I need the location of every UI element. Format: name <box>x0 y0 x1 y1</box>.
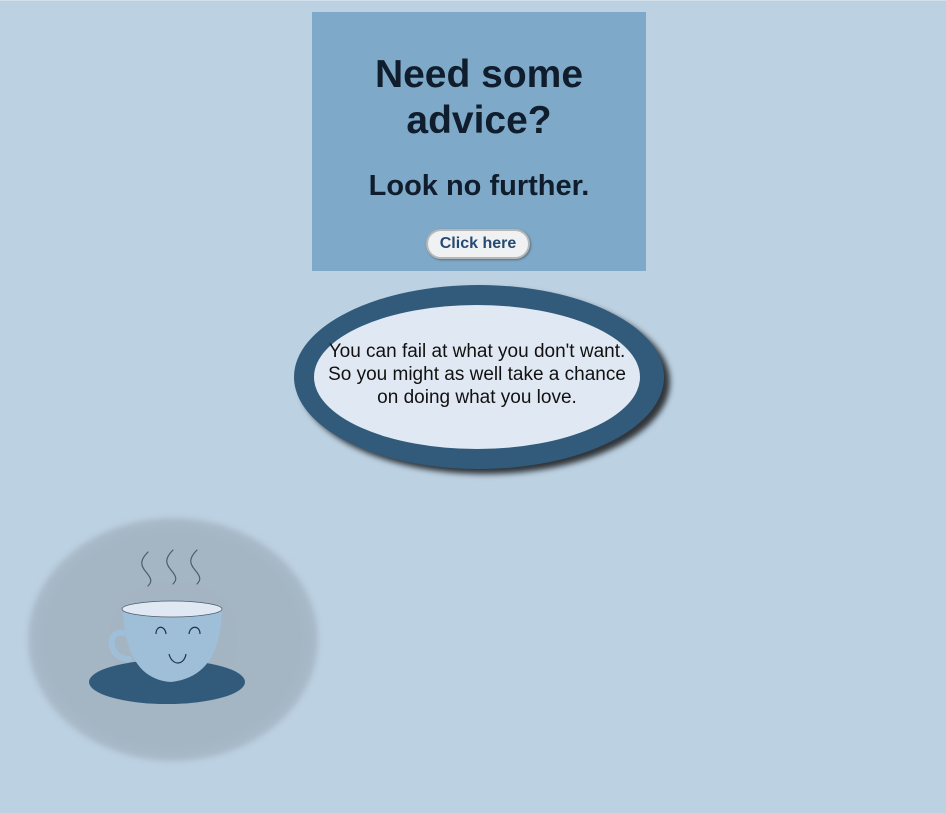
advice-card: Need some advice? Look no further. Click… <box>312 12 646 271</box>
cup-rim <box>121 600 223 618</box>
quote-ellipse: You can fail at what you don't want. So … <box>294 285 664 469</box>
click-here-button[interactable]: Click here <box>426 229 530 259</box>
coffee-cup-icon <box>89 549 245 704</box>
page-subtitle: Look no further. <box>368 170 590 202</box>
coffee-illustration <box>28 518 318 761</box>
page-title: Need some advice? <box>374 53 584 142</box>
quote-text: You can fail at what you don't want. So … <box>328 341 626 408</box>
quote-bubble: You can fail at what you don't want. So … <box>314 305 640 449</box>
page: Need some advice? Look no further. Click… <box>0 0 946 813</box>
steam-icon <box>141 549 201 587</box>
